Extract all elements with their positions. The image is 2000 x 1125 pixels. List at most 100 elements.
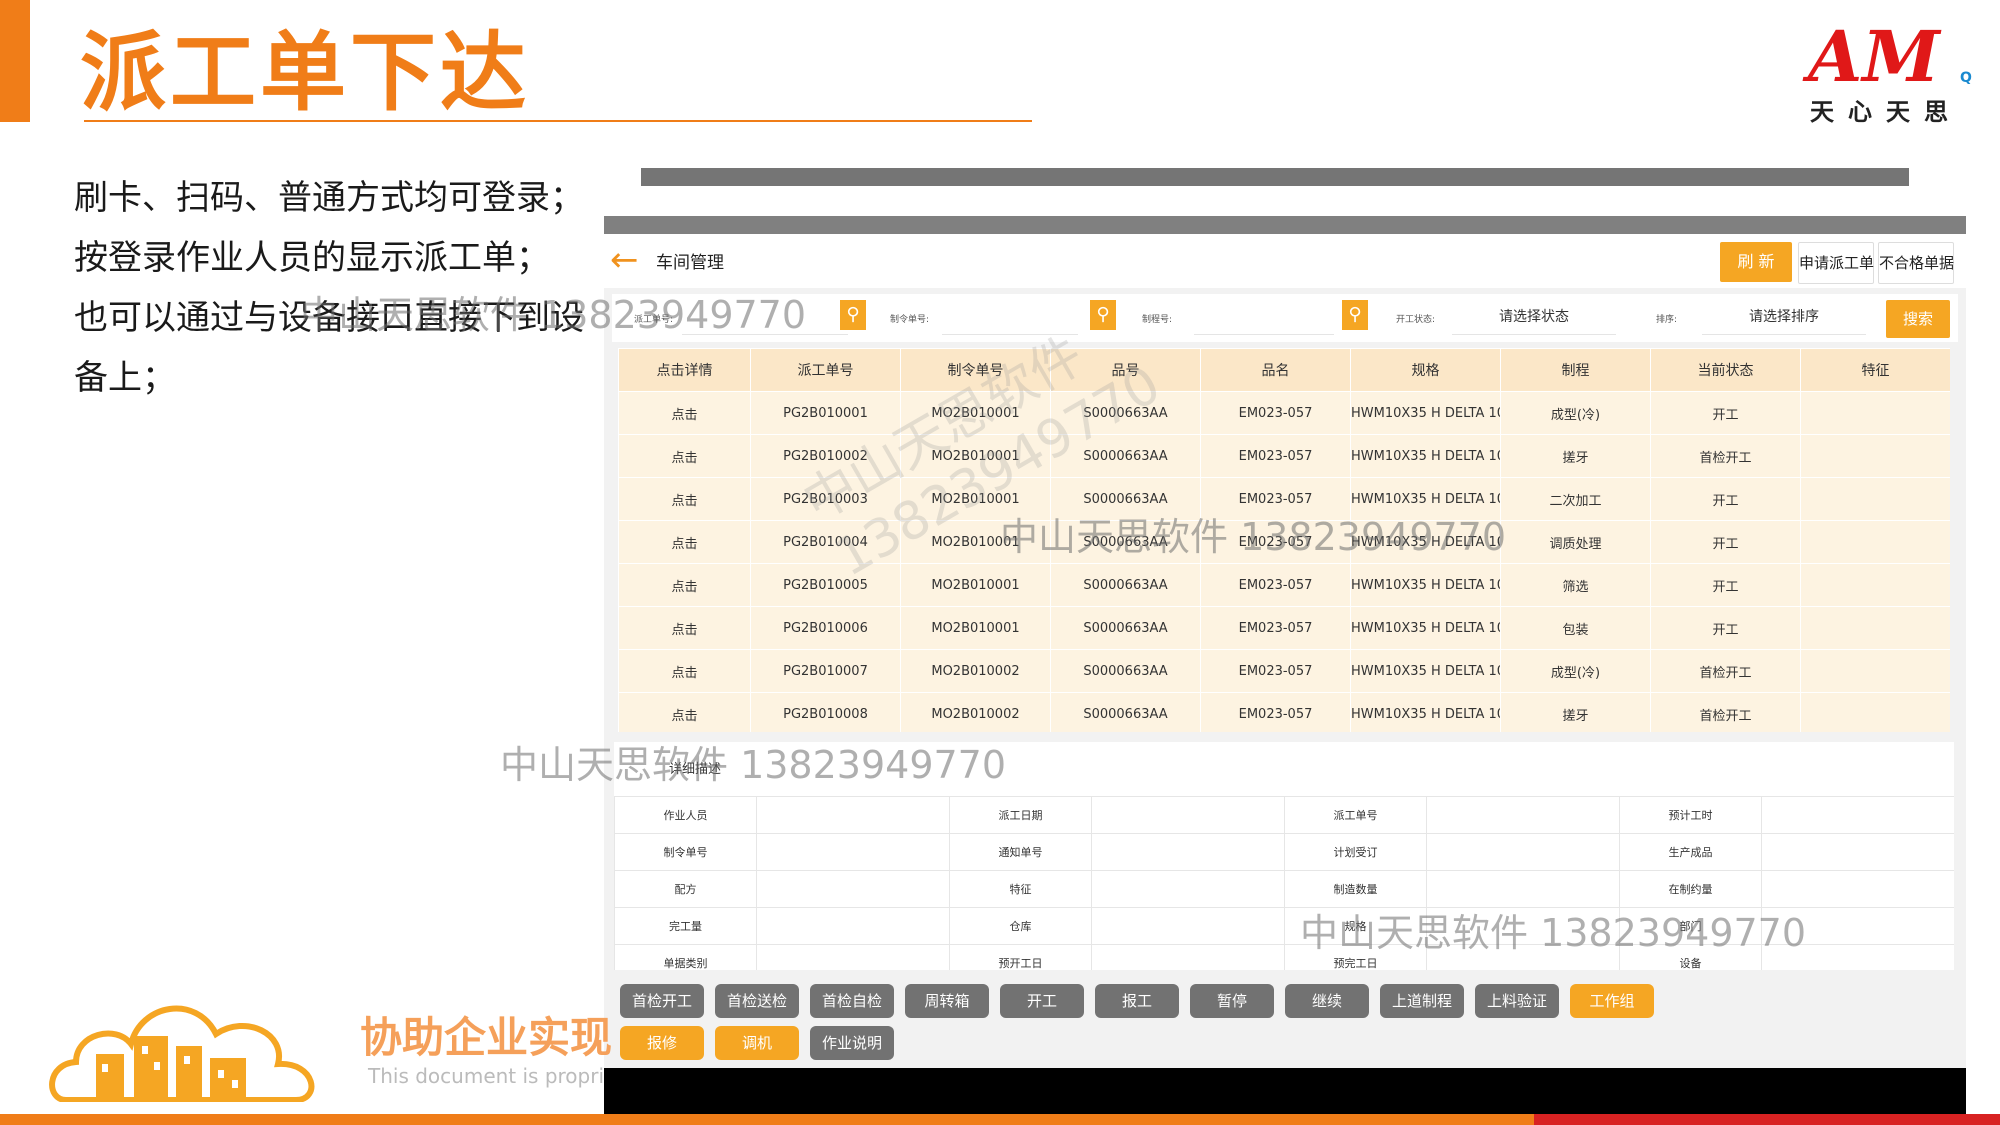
detail-link-cell[interactable]: 点击 [618, 606, 751, 650]
table-row[interactable]: 点击 PG2B010001 MO2B010001 S0000663AA EM023-05… [618, 391, 1950, 435]
company-logo: AM Q 天心天思 [1808, 15, 1988, 127]
action-button[interactable]: 暂停 [1190, 984, 1274, 1018]
detail-value [1761, 944, 1954, 970]
dispatch-no-input[interactable] [682, 300, 848, 335]
search-icon[interactable]: ⚲ [840, 300, 866, 330]
table-cell: EM023-057 [1200, 606, 1351, 650]
action-button[interactable]: 报修 [620, 1026, 704, 1060]
table-cell: MO2B010002 [900, 692, 1051, 732]
action-button[interactable]: 上料验证 [1475, 984, 1559, 1018]
detail-panel: 详细描述 作业人员 派工日期 派工单号 预计工时 制令单号 通知单号 计划受订 生产成品 配方 特… [614, 742, 1954, 970]
table-cell: HWM10X35 H DELTA 10.9 [1350, 649, 1501, 693]
bullet-item: 刷卡、扫码、普通方式均可登录； [74, 178, 584, 218]
table-cell: PG2B010002 [750, 434, 901, 478]
apply-dispatch-button[interactable]: 申请派工单 [1798, 242, 1874, 284]
status-select[interactable]: 请选择状态 [1452, 300, 1616, 335]
table-cell: EM023-057 [1200, 434, 1351, 478]
bottom-stripe-orange [0, 1114, 1534, 1125]
detail-value [1761, 870, 1954, 908]
table-cell: HWM10X35 H DELTA 10.9 [1350, 563, 1501, 607]
detail-link-cell[interactable]: 点击 [618, 563, 751, 607]
detail-label: 作业人员 [614, 796, 757, 834]
detail-link-cell[interactable]: 点击 [618, 434, 751, 478]
table-cell: MO2B010001 [900, 434, 1051, 478]
detail-value [1091, 944, 1285, 970]
column-header: 品号 [1050, 348, 1201, 392]
action-button[interactable]: 调机 [715, 1026, 799, 1060]
action-button[interactable]: 首检开工 [620, 984, 704, 1018]
action-button[interactable]: 首检自检 [810, 984, 894, 1018]
sort-select[interactable]: 请选择排序 [1702, 300, 1866, 335]
detail-label: 制造数量 [1284, 870, 1427, 908]
detail-value [756, 833, 950, 871]
nonconforming-button[interactable]: 不合格单据 [1878, 242, 1954, 284]
detail-value [1091, 907, 1285, 945]
table-row[interactable]: 点击 PG2B010003 MO2B010001 S0000663AA EM023-05… [618, 477, 1950, 521]
table-cell: 二次加工 [1500, 477, 1651, 521]
table-row[interactable]: 点击 PG2B010006 MO2B010001 S0000663AA EM023-05… [618, 606, 1950, 650]
table-row[interactable]: 点击 PG2B010004 MO2B010001 S0000663AA EM023-05… [618, 520, 1950, 564]
table-cell: S0000663AA [1050, 520, 1201, 564]
action-button[interactable]: 继续 [1285, 984, 1369, 1018]
table-cell: 成型(冷) [1500, 649, 1651, 693]
detail-link-cell[interactable]: 点击 [618, 649, 751, 693]
action-button[interactable]: 周转箱 [905, 984, 989, 1018]
table-cell: HWM10X35 H DELTA 10.9 [1350, 434, 1501, 478]
process-no-label: 制程号: [1142, 315, 1173, 325]
detail-title: 详细描述 [669, 762, 722, 777]
detail-link-cell[interactable]: 点击 [618, 520, 751, 564]
detail-label: 特征 [949, 870, 1092, 908]
table-cell: PG2B010006 [750, 606, 901, 650]
table-cell: HWM10X35 H DELTA 10.9 [1350, 391, 1501, 435]
detail-value [1761, 833, 1954, 871]
column-header: 品名 [1200, 348, 1351, 392]
table-cell: S0000663AA [1050, 477, 1201, 521]
action-button[interactable]: 上道制程 [1380, 984, 1464, 1018]
table-row[interactable]: 点击 PG2B010007 MO2B010002 S0000663AA EM023-05… [618, 649, 1950, 693]
action-button[interactable]: 报工 [1095, 984, 1179, 1018]
table-cell: 筛选 [1500, 563, 1651, 607]
table-row[interactable]: 点击 PG2B010002 MO2B010001 S0000663AA EM023-05… [618, 434, 1950, 478]
table-cell: S0000663AA [1050, 391, 1201, 435]
detail-label: 预完工日 [1284, 944, 1427, 970]
detail-table: 作业人员 派工日期 派工单号 预计工时 制令单号 通知单号 计划受订 生产成品 配方 特征 制造数量… [614, 796, 1954, 970]
refresh-button[interactable]: 刷 新 [1720, 242, 1792, 282]
dispatch-grid: 点击详情 派工单号 制令单号 品号 品名 规格 制程 当前状态 特征 点击 PG2… [618, 348, 1950, 732]
detail-label: 派工日期 [949, 796, 1092, 834]
table-cell: S0000663AA [1050, 649, 1201, 693]
dispatch-no-label: 派工单号: [634, 315, 674, 325]
table-cell: MO2B010001 [900, 477, 1051, 521]
table-cell: PG2B010005 [750, 563, 901, 607]
table-header-row: 点击详情 派工单号 制令单号 品号 品名 规格 制程 当前状态 特征 [618, 348, 1950, 392]
search-icon[interactable]: ⚲ [1342, 300, 1368, 330]
bullet-item: 按登录作业人员的显示派工单； [74, 238, 550, 278]
table-cell [1800, 477, 1950, 521]
table-cell [1800, 692, 1950, 732]
table-cell: 开工 [1650, 477, 1801, 521]
search-bar: 派工单号: ⚲ 制令单号: ⚲ 制程号: ⚲ 开工状态: 请选择状态 排序: 请… [612, 294, 1958, 342]
order-no-input[interactable] [942, 300, 1078, 335]
table-cell: EM023-057 [1200, 520, 1351, 564]
back-arrow-icon[interactable]: ← [610, 240, 646, 280]
detail-link-cell[interactable]: 点击 [618, 692, 751, 732]
detail-link-cell[interactable]: 点击 [618, 391, 751, 435]
table-cell: 搓牙 [1500, 692, 1651, 732]
table-cell: 开工 [1650, 606, 1801, 650]
logo-mark: AM [1808, 15, 1940, 98]
table-cell: 首检开工 [1650, 434, 1801, 478]
detail-link-cell[interactable]: 点击 [618, 477, 751, 521]
action-button[interactable]: 开工 [1000, 984, 1084, 1018]
action-button[interactable]: 首检送检 [715, 984, 799, 1018]
search-button[interactable]: 搜索 [1886, 300, 1950, 338]
action-button[interactable]: 作业说明 [810, 1026, 894, 1060]
search-icon[interactable]: ⚲ [1090, 300, 1116, 330]
slogan: 协助企业实现 [360, 1013, 613, 1062]
action-button[interactable]: 工作组 [1570, 984, 1654, 1018]
table-cell: 搓牙 [1500, 434, 1651, 478]
table-cell: PG2B010003 [750, 477, 901, 521]
process-no-input[interactable] [1194, 300, 1334, 335]
table-row[interactable]: 点击 PG2B010005 MO2B010001 S0000663AA EM023-05… [618, 563, 1950, 607]
table-cell: MO2B010001 [900, 563, 1051, 607]
detail-value [1426, 833, 1620, 871]
table-row[interactable]: 点击 PG2B010008 MO2B010002 S0000663AA EM023-05… [618, 692, 1950, 732]
